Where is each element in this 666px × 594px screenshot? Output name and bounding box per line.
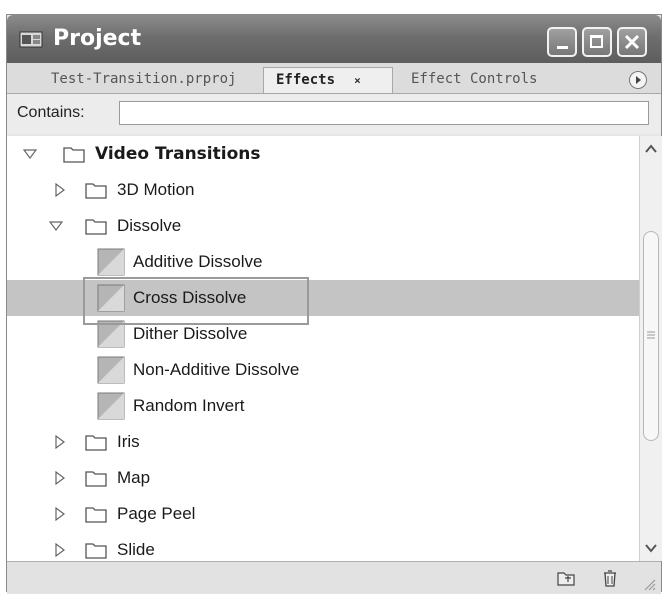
tab-bar: Test-Transition.prproj Effects × Effect … bbox=[7, 63, 661, 94]
folder-icon bbox=[63, 147, 85, 163]
tree-item-slide[interactable]: Slide bbox=[7, 532, 639, 561]
tab-effects[interactable]: Effects × bbox=[263, 67, 393, 93]
folder-icon bbox=[85, 435, 107, 451]
new-bin-icon[interactable] bbox=[557, 569, 575, 587]
scroll-down-icon[interactable] bbox=[640, 537, 662, 559]
tree-item-random-invert[interactable]: Random Invert bbox=[7, 388, 639, 424]
tree-item-iris[interactable]: Iris bbox=[7, 424, 639, 460]
collapsed-arrow-icon[interactable] bbox=[53, 543, 67, 557]
tree-item-dissolve[interactable]: Dissolve bbox=[7, 208, 639, 244]
title-bar[interactable]: Project bbox=[7, 15, 661, 63]
tree-item-label: Additive Dissolve bbox=[133, 252, 263, 271]
tree-item-map[interactable]: Map bbox=[7, 460, 639, 496]
tab-close-icon[interactable]: × bbox=[351, 75, 363, 87]
scrollbar-thumb[interactable] bbox=[643, 231, 659, 441]
tab-project-file-label: Test-Transition.prproj bbox=[51, 71, 237, 87]
resize-grip-icon[interactable] bbox=[639, 574, 657, 592]
search-label: Contains: bbox=[17, 104, 85, 121]
tab-effect-controls[interactable]: Effect Controls bbox=[411, 67, 537, 93]
folder-icon bbox=[85, 183, 107, 199]
grip-icon bbox=[647, 331, 655, 339]
tree-item-label: Non-Additive Dissolve bbox=[133, 360, 300, 379]
collapsed-arrow-icon[interactable] bbox=[53, 183, 67, 197]
maximize-icon bbox=[590, 35, 603, 48]
panel-menu-icon bbox=[636, 76, 641, 84]
folder-icon bbox=[85, 471, 107, 487]
transition-effect-icon bbox=[97, 392, 125, 420]
expanded-arrow-icon[interactable] bbox=[49, 219, 63, 233]
tree-item-label: Page Peel bbox=[117, 504, 196, 523]
project-panel: Project Test-Transition.prproj Effects ×… bbox=[6, 14, 662, 594]
vertical-scrollbar[interactable] bbox=[639, 136, 662, 561]
transition-effect-icon bbox=[97, 248, 125, 276]
status-bar bbox=[7, 561, 661, 594]
tab-effect-controls-label: Effect Controls bbox=[411, 71, 538, 87]
maximize-button[interactable] bbox=[582, 27, 612, 57]
tab-effects-label: Effects bbox=[276, 72, 336, 88]
folder-icon bbox=[85, 543, 107, 559]
collapsed-arrow-icon[interactable] bbox=[53, 507, 67, 521]
tree-item-label: Dissolve bbox=[117, 216, 182, 235]
tree-item-label: 3D Motion bbox=[117, 180, 195, 199]
expanded-arrow-icon[interactable] bbox=[23, 147, 37, 161]
tab-project-file[interactable]: Test-Transition.prproj bbox=[51, 67, 236, 93]
tree-item-page-peel[interactable]: Page Peel bbox=[7, 496, 639, 532]
panel-menu-button[interactable] bbox=[629, 71, 647, 89]
minimize-icon bbox=[557, 46, 568, 49]
minimize-button[interactable] bbox=[547, 27, 577, 57]
tree-item-label: Video Transitions bbox=[95, 144, 261, 164]
tree-item-label: Iris bbox=[117, 432, 140, 451]
scroll-up-icon[interactable] bbox=[640, 138, 662, 160]
transition-effect-icon bbox=[97, 356, 125, 384]
project-icon bbox=[19, 31, 43, 48]
tree-item-non-additive-dissolve[interactable]: Non-Additive Dissolve bbox=[7, 352, 639, 388]
folder-icon bbox=[85, 219, 107, 235]
search-row: Contains: bbox=[7, 94, 661, 134]
collapsed-arrow-icon[interactable] bbox=[53, 435, 67, 449]
folder-icon bbox=[85, 507, 107, 523]
close-button[interactable] bbox=[617, 27, 647, 57]
search-input[interactable] bbox=[119, 101, 649, 125]
highlight-box bbox=[83, 277, 309, 325]
trash-icon[interactable] bbox=[601, 569, 619, 587]
collapsed-arrow-icon[interactable] bbox=[53, 471, 67, 485]
tree-item-label: Random Invert bbox=[133, 396, 245, 415]
window-title: Project bbox=[53, 26, 142, 51]
tree-item-video-transitions[interactable]: Video Transitions bbox=[7, 136, 639, 172]
tree-item-label: Map bbox=[117, 468, 151, 487]
tree-item-additive-dissolve[interactable]: Additive Dissolve bbox=[7, 244, 639, 280]
effects-tree: Video Transitions 3D Motion Dissolve Add… bbox=[7, 136, 639, 561]
tree-item-label: Dither Dissolve bbox=[133, 324, 248, 343]
tree-item-3d-motion[interactable]: 3D Motion bbox=[7, 172, 639, 208]
tree-item-label: Slide bbox=[117, 540, 155, 559]
close-icon bbox=[624, 34, 640, 50]
